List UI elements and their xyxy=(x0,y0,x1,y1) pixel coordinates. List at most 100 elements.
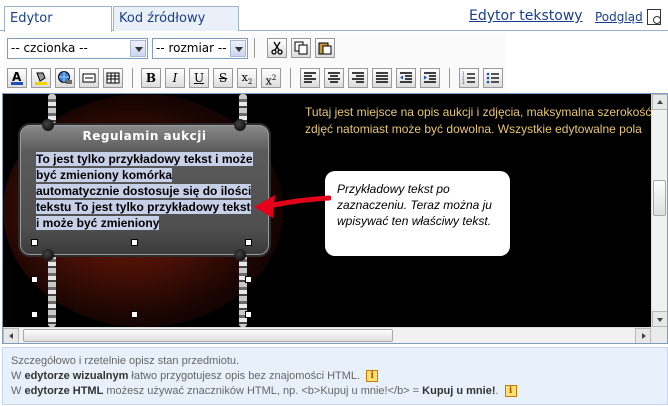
resize-handle[interactable] xyxy=(245,239,252,246)
scroll-right-button[interactable] xyxy=(635,328,651,343)
intro-line: Tutaj jest miejsce na opis aukcji i zdję… xyxy=(305,105,651,119)
horizontal-scroll-thumb[interactable] xyxy=(23,329,393,342)
align-center-button[interactable] xyxy=(324,68,344,88)
insert-link-button[interactable] xyxy=(55,68,75,88)
tab-visual-editor[interactable]: Edytor wizualny xyxy=(4,6,112,49)
subscript-mark: 2 xyxy=(247,78,253,87)
info-icon[interactable]: i xyxy=(504,385,517,398)
preview-icon[interactable] xyxy=(647,9,661,25)
svg-text:3: 3 xyxy=(462,80,465,85)
resize-handle[interactable] xyxy=(131,311,138,318)
wysiwyg-editor[interactable]: Regulamin aukcji To jest tylko przykłado… xyxy=(2,93,668,344)
vertical-scrollbar[interactable] xyxy=(651,94,667,327)
copy-button[interactable] xyxy=(291,38,311,58)
help-text: łatwo przygotujesz opis bez znajomości H… xyxy=(128,370,361,382)
paste-icon xyxy=(318,42,332,55)
preview-link[interactable]: Podgląd xyxy=(595,10,643,24)
resize-handle[interactable] xyxy=(131,239,138,246)
editor-help-box: Szczegółowo i rzetelnie opisz stan przed… xyxy=(2,347,668,405)
align-right-icon xyxy=(352,72,364,83)
rivet-decoration xyxy=(234,249,246,261)
resize-handle[interactable] xyxy=(245,276,252,283)
globe-link-icon xyxy=(58,71,72,84)
red-arrow-icon xyxy=(254,195,331,218)
editor-content[interactable]: Regulamin aukcji To jest tylko przykłado… xyxy=(3,94,651,327)
paste-button[interactable] xyxy=(315,38,335,58)
insert-table-button[interactable] xyxy=(103,68,123,88)
bullet-list-button[interactable] xyxy=(483,68,503,88)
help-text: . xyxy=(495,385,499,397)
text-color-button[interactable]: A xyxy=(7,68,27,88)
help-text-bold: edytorze wizualnym xyxy=(24,370,129,382)
background-color-button[interactable] xyxy=(31,68,51,88)
size-select[interactable]: -- rozmiar -- xyxy=(152,38,248,59)
scrollbar-corner xyxy=(651,327,667,343)
subscript-button[interactable]: x2 xyxy=(237,68,257,88)
align-left-icon xyxy=(304,72,316,83)
arrow-down-icon xyxy=(657,318,663,322)
bullet-list-icon xyxy=(486,72,499,84)
italic-button[interactable]: I xyxy=(165,68,185,88)
chevron-down-icon[interactable] xyxy=(130,40,146,57)
size-select-value: -- rozmiar -- xyxy=(156,41,227,55)
arrow-up-icon xyxy=(657,100,663,104)
help-text-bold: Kupuj u mnie! xyxy=(422,385,496,397)
help-line: W edytorze HTML możesz używać znaczników… xyxy=(11,384,659,399)
superscript-button[interactable]: x2 xyxy=(261,68,281,88)
numbered-list-button[interactable]: 123 xyxy=(459,68,479,88)
bold-button[interactable]: B xyxy=(141,68,161,88)
copy-icon xyxy=(294,41,308,55)
chevron-down-icon[interactable] xyxy=(230,40,246,57)
resize-handle[interactable] xyxy=(245,311,252,318)
horizontal-scrollbar[interactable] xyxy=(3,327,651,343)
justify-button[interactable] xyxy=(372,68,392,88)
help-text: W xyxy=(11,385,25,397)
resize-handle[interactable] xyxy=(31,311,38,318)
arrow-right-icon xyxy=(642,333,646,339)
superscript-mark: 2 xyxy=(271,74,277,82)
resize-handle[interactable] xyxy=(31,276,38,283)
toolbar-separator xyxy=(290,68,291,88)
text-editor-link[interactable]: Edytor tekstowy xyxy=(469,8,583,24)
outdent-icon xyxy=(400,72,412,83)
resize-handle[interactable] xyxy=(31,239,38,246)
strikethrough-button[interactable]: S xyxy=(213,68,233,88)
auction-description-text[interactable]: Tutaj jest miejsce na opis aukcji i zdję… xyxy=(305,104,651,138)
indent-button[interactable] xyxy=(420,68,440,88)
help-text: W xyxy=(11,370,25,382)
indent-icon xyxy=(424,72,436,83)
panel-title: Regulamin aukcji xyxy=(82,129,207,143)
rivet-decoration xyxy=(42,249,54,261)
scroll-up-button[interactable] xyxy=(652,94,667,110)
arrow-left-icon xyxy=(9,333,13,339)
help-text-bold: edytorze HTML xyxy=(24,385,104,397)
tab-html-source[interactable]: Kod źródłowy HTML xyxy=(113,6,239,49)
help-line: Szczegółowo i rzetelnie opisz stan przed… xyxy=(11,354,659,369)
table-icon xyxy=(106,72,120,84)
justify-icon xyxy=(376,72,388,83)
toolbar-separator xyxy=(254,38,255,58)
selected-text-cell[interactable]: To jest tylko przykładowy tekst i może b… xyxy=(36,151,256,231)
help-line: W edytorze wizualnym łatwo przygotujesz … xyxy=(11,369,659,384)
align-right-button[interactable] xyxy=(348,68,368,88)
chain-decoration xyxy=(48,254,56,327)
form-field-icon xyxy=(82,73,96,83)
paint-bucket-icon xyxy=(35,72,47,85)
cut-button[interactable] xyxy=(267,38,287,58)
intro-line: zdjęć natomiast może być dowolna. Wszyst… xyxy=(305,122,642,136)
scroll-left-button[interactable] xyxy=(3,328,19,343)
toolbar-separator xyxy=(449,68,450,88)
info-icon[interactable]: i xyxy=(366,370,379,383)
underline-button[interactable]: U xyxy=(189,68,209,88)
outdent-button[interactable] xyxy=(396,68,416,88)
selected-text[interactable]: To jest tylko przykładowy tekst i może b… xyxy=(36,152,253,230)
scroll-down-button[interactable] xyxy=(652,311,667,327)
insert-field-button[interactable] xyxy=(79,68,99,88)
font-select[interactable]: -- czcionka -- xyxy=(7,38,148,59)
formatting-toolbar: -- czcionka -- -- rozmiar -- A B I U S x… xyxy=(4,33,506,92)
rules-panel[interactable]: Regulamin aukcji To jest tylko przykłado… xyxy=(18,119,271,261)
help-text: Szczegółowo i rzetelnie opisz stan przed… xyxy=(11,355,240,367)
font-select-value: -- czcionka -- xyxy=(11,41,88,55)
align-left-button[interactable] xyxy=(300,68,320,88)
vertical-scroll-thumb[interactable] xyxy=(653,180,666,216)
